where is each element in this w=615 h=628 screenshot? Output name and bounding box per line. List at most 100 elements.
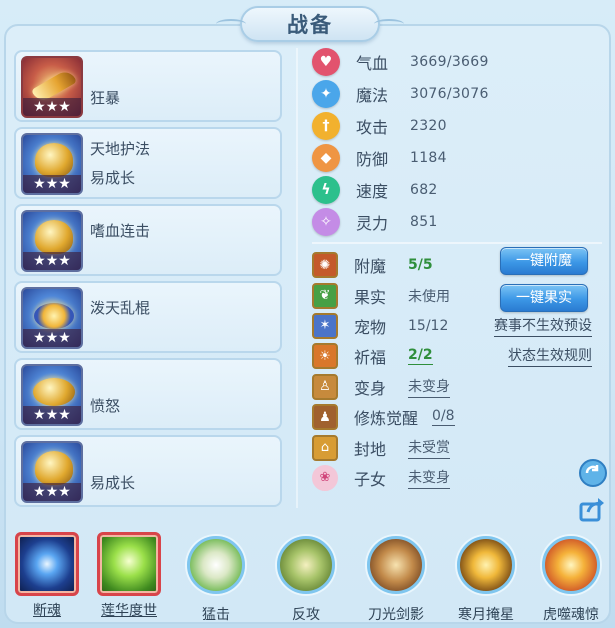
stat-value: 3669/3669 [410, 54, 489, 70]
attr-value[interactable]: 2/2 [408, 347, 433, 366]
fruit-all-button[interactable]: 一键果实 [500, 284, 588, 313]
skill-slot[interactable]: 反攻 [271, 532, 341, 624]
refresh-icon[interactable] [578, 458, 608, 488]
attr-row-blessing: ☀ 祈福 2/2 状态生效规则 [312, 341, 602, 371]
counter-icon [277, 536, 335, 594]
event-preset-link[interactable]: 赛事不生效预设 [494, 315, 592, 337]
attr-value: 15/12 [408, 317, 449, 334]
stat-value: 682 [410, 182, 438, 198]
stat-label: 速度 [356, 182, 389, 201]
stat-value: 2320 [410, 118, 447, 134]
skill-slot[interactable]: 寒月掩星 [451, 532, 521, 624]
attr-row-cultivation: ♟ 修炼觉醒 0/8 [312, 402, 602, 432]
attr-value[interactable]: 0/8 [432, 408, 455, 427]
skill-slot[interactable]: 断魂 [12, 532, 82, 620]
necklace-icon: ★★★ [21, 287, 83, 349]
sword-icon: † [312, 112, 340, 140]
attr-value: 未使用 [408, 288, 450, 305]
equipment-slot[interactable]: ★★★ 嗜血连击 [14, 204, 282, 276]
share-icon[interactable] [578, 494, 608, 524]
stat-label: 灵力 [356, 214, 389, 233]
equipment-slot[interactable]: ★★★ 易成长 [14, 435, 282, 507]
stat-row-spirit: ✧ 灵力 851 [312, 206, 602, 238]
attr-row-children: ❀ 子女 未变身 [312, 463, 602, 493]
equipment-slot[interactable]: ★★★ 泼天乱棍 [14, 281, 282, 353]
spirit-icon: ✧ [312, 208, 340, 236]
attr-value[interactable]: 未变身 [408, 376, 450, 398]
star-rating: ★★★ [23, 98, 81, 116]
stat-value: 3076/3076 [410, 86, 489, 102]
attr-row-pet: ✶ 宠物 15/12 赛事不生效预设 [312, 311, 602, 341]
equipment-effect: 泼天乱棍 [90, 299, 151, 317]
star-rating: ★★★ [23, 329, 81, 347]
stat-value: 1184 [410, 150, 447, 166]
stat-row-mp: ✦ 魔法 3076/3076 [312, 78, 602, 110]
star-rating: ★★★ [23, 483, 81, 501]
equipment-effect: 易成长 [90, 474, 136, 492]
skill-slot[interactable]: 猛击 [181, 532, 251, 624]
lotus-hand-icon [97, 532, 161, 596]
fief-icon: ⌂ [312, 434, 338, 461]
sword-gem-icon: ★★★ [21, 56, 83, 118]
enchant-icon: ✺ [312, 252, 338, 279]
skill-name: 莲华度世 [101, 603, 157, 619]
status-rules-link[interactable]: 状态生效规则 [508, 345, 592, 368]
divider [312, 242, 602, 244]
helmet-icon: ★★★ [21, 133, 83, 195]
equipment-slot[interactable]: ★★★ 狂暴 [14, 50, 282, 122]
armor-icon: ★★★ [21, 210, 83, 272]
page-title: 战备 [287, 13, 333, 37]
pet-icon: ✶ [312, 312, 338, 339]
soul-orb-icon [15, 532, 79, 596]
attr-row-enchant: ✺ 附魔 5/5 一键附魔 [312, 247, 602, 280]
skill-slot[interactable]: 莲华度世 [94, 532, 164, 620]
attr-label: 修炼觉醒 [354, 409, 419, 429]
star-rating: ★★★ [23, 175, 81, 193]
attr-value: 5/5 [408, 257, 433, 274]
equipment-slot[interactable]: ★★★ 愤怒 [14, 358, 282, 430]
tiger-icon [542, 536, 600, 594]
blade-icon [367, 536, 425, 594]
stat-value: 851 [410, 214, 438, 230]
attr-row-transform: ♙ 变身 未变身 [312, 372, 602, 402]
equipment-effect: 易成长 [90, 169, 136, 187]
equipment-slot[interactable]: ★★★ 天地护法 易成长 [14, 127, 282, 199]
attr-label: 附魔 [354, 257, 387, 277]
stat-row-attack: † 攻击 2320 [312, 110, 602, 142]
attr-label: 子女 [354, 469, 387, 489]
blessing-icon: ☀ [312, 343, 338, 370]
attr-value[interactable]: 未受赏 [408, 437, 450, 459]
lightning-icon: ϟ [312, 176, 340, 204]
attr-label: 封地 [354, 439, 387, 459]
enchant-all-button[interactable]: 一键附魔 [500, 247, 588, 275]
skill-slot[interactable]: 虎噬魂惊 [536, 532, 606, 624]
star-rating: ★★★ [23, 406, 81, 424]
attr-value[interactable]: 未变身 [408, 467, 450, 489]
attr-label: 果实 [354, 287, 387, 307]
skill-name: 反攻 [292, 607, 320, 623]
attr-label: 祈福 [354, 348, 387, 368]
stat-label: 气血 [356, 54, 389, 73]
heart-icon: ♥ [312, 48, 340, 76]
stats-panel: ♥ 气血 3669/3669 ✦ 魔法 3076/3076 † 攻击 2320 … [312, 46, 602, 493]
fist-icon [187, 536, 245, 594]
skill-slot[interactable]: 刀光剑影 [361, 532, 431, 624]
skills-bar: 断魂 莲华度世 猛击 反攻 刀光剑影 寒月掩星 虎噬魂惊 [12, 532, 608, 626]
equipment-effect: 天地护法 [90, 140, 151, 158]
stat-row-defense: ◆ 防御 1184 [312, 142, 602, 174]
equipment-effect: 狂暴 [90, 89, 121, 107]
boots-icon: ★★★ [21, 441, 83, 503]
attr-row-fief: ⌂ 封地 未受赏 [312, 432, 602, 462]
skill-name: 猛击 [202, 607, 230, 623]
stat-label: 防御 [356, 150, 389, 169]
skill-name: 断魂 [33, 603, 61, 619]
attr-label: 宠物 [354, 317, 387, 337]
stat-label: 攻击 [356, 118, 389, 137]
skill-name: 寒月掩星 [458, 607, 514, 623]
star-rating: ★★★ [23, 252, 81, 270]
belt-icon: ★★★ [21, 364, 83, 426]
mana-icon: ✦ [312, 80, 340, 108]
lotus-icon: ❀ [312, 464, 338, 491]
stat-label: 魔法 [356, 86, 389, 105]
skill-name: 刀光剑影 [368, 607, 424, 623]
